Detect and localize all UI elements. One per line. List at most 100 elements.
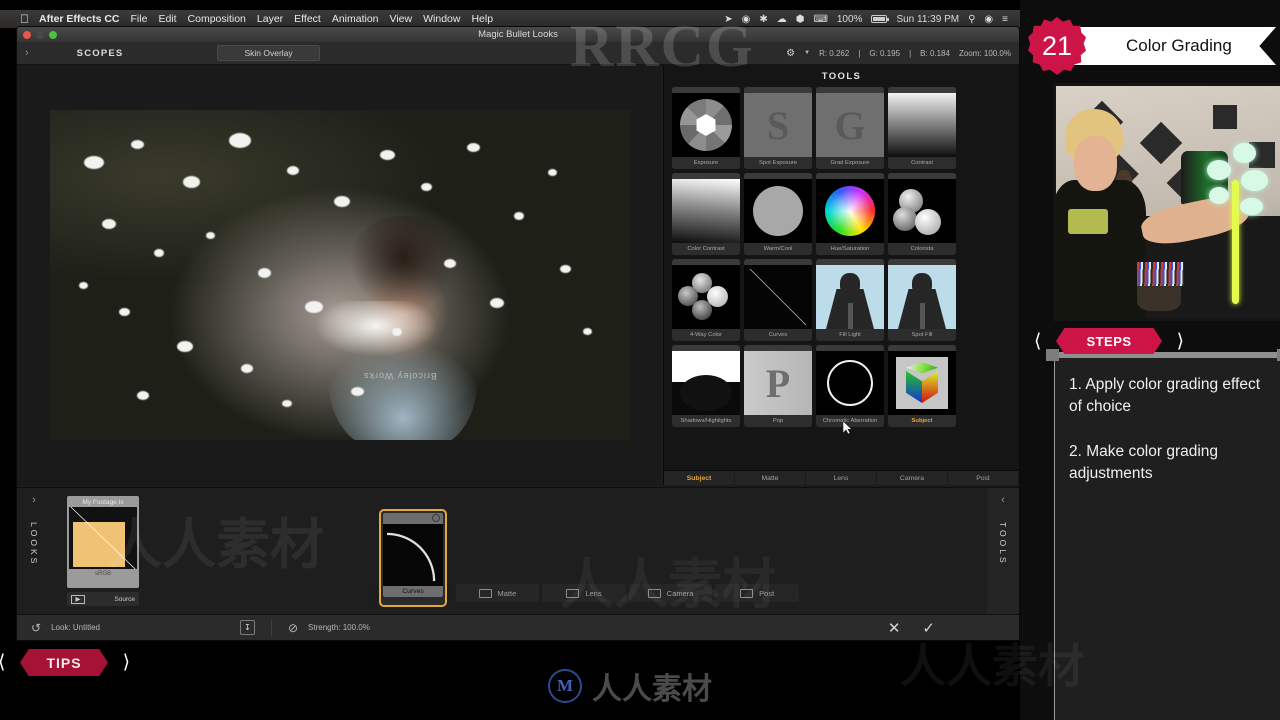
menu-item-view[interactable]: View: [390, 13, 413, 25]
wifi-icon[interactable]: ⌨: [813, 14, 827, 25]
tool-colorista[interactable]: Colorista: [888, 173, 956, 255]
cancel-button[interactable]: ✕: [888, 619, 901, 637]
tools-rail[interactable]: ‹ TOOLS: [987, 488, 1019, 614]
menu-item-help[interactable]: Help: [471, 13, 493, 25]
tool-label: Spot Fill: [888, 329, 956, 341]
menu-item-window[interactable]: Window: [423, 13, 460, 25]
tool-contrast[interactable]: Contrast: [888, 87, 956, 169]
expand-looks-chevron-icon[interactable]: ›: [32, 494, 36, 506]
looks-tab-post[interactable]: Post: [715, 584, 799, 602]
tool-label: Warm/Cool: [744, 243, 812, 255]
menu-item-after-effects[interactable]: After Effects CC: [39, 13, 120, 25]
video-preview-area[interactable]: Bricoley Works: [17, 65, 662, 485]
tool-grad-exposure[interactable]: G Grad Exposure: [816, 87, 884, 169]
collapse-tools-chevron-icon[interactable]: ‹: [1001, 494, 1005, 506]
window-titlebar[interactable]: Magic Bullet Looks: [17, 27, 1019, 42]
notifications-icon[interactable]: ≡: [1002, 14, 1008, 25]
looks-tab-lens[interactable]: Lens: [542, 584, 626, 602]
chevron-down-icon[interactable]: ▼: [804, 50, 810, 56]
disable-icon[interactable]: [432, 514, 440, 522]
tool-hue-saturation[interactable]: Hue/Saturation: [816, 173, 884, 255]
film-icon: ▶: [71, 594, 85, 604]
tools-tab-camera[interactable]: Camera: [877, 471, 948, 485]
save-icon[interactable]: ↧: [239, 620, 255, 635]
user-icon[interactable]: ◉: [984, 14, 993, 25]
brightness-icon[interactable]: ✱: [759, 14, 767, 25]
skin-overlay-button[interactable]: Skin Overlay: [217, 45, 320, 61]
tool-exposure[interactable]: Exposure: [672, 87, 740, 169]
confirm-button[interactable]: ✓: [922, 619, 935, 637]
readout-b: B: 0.184: [920, 48, 950, 58]
disable-icon[interactable]: ⊘: [288, 621, 298, 635]
status-actions: ✕ ✓: [888, 619, 1005, 637]
tools-tab-subject[interactable]: Subject: [664, 471, 735, 485]
tool-curves[interactable]: Curves: [744, 259, 812, 341]
tool-chromatic-aberration[interactable]: Chromatic Aberration: [816, 345, 884, 427]
tools-panel-header: TOOLS: [821, 71, 862, 82]
steps-board: 1. Apply color grading effect of choice …: [1046, 349, 1280, 720]
diagonal-line-icon: [744, 265, 812, 329]
reset-icon[interactable]: ↺: [31, 621, 41, 635]
expand-scopes-chevron-icon[interactable]: ›: [25, 47, 29, 59]
bluetooth-icon[interactable]: ⬢: [796, 14, 805, 25]
menu-item-file[interactable]: File: [131, 13, 148, 25]
tool-spot-exposure[interactable]: S Spot Exposure: [744, 87, 812, 169]
tool-label: Color Contrast: [672, 243, 740, 255]
search-icon[interactable]: ⚲: [968, 14, 975, 25]
tool-subject[interactable]: Subject: [888, 345, 956, 427]
dropbox-icon[interactable]: ☁: [777, 14, 787, 25]
step-2: 2. Make color grading adjustments: [1069, 442, 1219, 483]
lesson-number-badge: 21: [1028, 17, 1086, 75]
looks-rail[interactable]: › LOOKS: [17, 488, 51, 614]
tools-tab-post[interactable]: Post: [948, 471, 1019, 485]
record-icon[interactable]: ◉: [742, 14, 751, 25]
tool-spot-fill[interactable]: Spot Fill: [888, 259, 956, 341]
looks-tab-label: Lens: [585, 588, 602, 598]
lesson-title: Color Grading: [1126, 36, 1232, 55]
tool-label: Spot Exposure: [744, 157, 812, 169]
curves-card-graph: [383, 524, 443, 586]
magic-bullet-looks-window: Magic Bullet Looks › SCOPES Skin Overlay…: [16, 26, 1020, 641]
looks-tab-matte[interactable]: Matte: [455, 584, 540, 602]
post-icon: [740, 588, 754, 598]
gear-icon[interactable]: ⚙: [786, 48, 795, 59]
chevron-left-icon: ⟨: [1034, 331, 1042, 352]
source-look-card[interactable]: My Footage Is sRGB: [67, 496, 139, 588]
tools-panel: TOOLS Exposure S Spot Exposure G Grad Ex…: [663, 65, 1019, 485]
menu-item-edit[interactable]: Edit: [158, 13, 176, 25]
scopes-label: SCOPES: [76, 47, 124, 59]
source-row[interactable]: ▶ Source: [67, 592, 139, 606]
menu-item-animation[interactable]: Animation: [332, 13, 379, 25]
preview-image: Bricoley Works: [49, 110, 630, 440]
tool-color-contrast[interactable]: Color Contrast: [672, 173, 740, 255]
tool-warm-cool[interactable]: Warm/Cool: [744, 173, 812, 255]
menu-item-composition[interactable]: Composition: [188, 13, 246, 25]
timeline-curves-card[interactable]: Curves: [379, 509, 447, 607]
brand-logo-icon: M: [548, 669, 582, 703]
rgb-cube-icon: [888, 351, 956, 415]
clock-label[interactable]: Sun 11:39 PM: [896, 14, 959, 25]
tool-label: Hue/Saturation: [816, 243, 884, 255]
steps-header-badge: ⟨ STEPS ⟩: [1034, 328, 1184, 354]
color-wheel-icon: [816, 179, 884, 243]
tool-fill-light[interactable]: Fill Light: [816, 259, 884, 341]
menu-item-layer[interactable]: Layer: [257, 13, 283, 25]
tools-tab-matte[interactable]: Matte: [735, 471, 806, 485]
strength-label: Strength: 100.0%: [308, 623, 370, 632]
source-card-title: My Footage Is: [82, 499, 124, 506]
tools-tab-lens[interactable]: Lens: [806, 471, 877, 485]
apple-logo-icon[interactable]: : [20, 12, 29, 26]
instructor-video-frame[interactable]: [1053, 83, 1280, 321]
menu-item-effect[interactable]: Effect: [294, 13, 321, 25]
gradient-angle-icon: [672, 179, 740, 243]
tool-4-way-color[interactable]: 4-Way Color: [672, 259, 740, 341]
looks-tab-camera[interactable]: Camera: [628, 584, 713, 602]
suit-figure-icon: [888, 265, 956, 329]
source-card-colorspace: sRGB: [94, 571, 111, 577]
tool-shadows-highlights[interactable]: Shadows/Highlights: [672, 345, 740, 427]
location-icon[interactable]: ➤: [724, 14, 732, 25]
menubar-status-icons: ➤ ◉ ✱ ☁ ⬢ ⌨ 100% Sun 11:39 PM ⚲ ◉ ≡: [724, 14, 1014, 25]
tool-pop[interactable]: P Pop: [744, 345, 812, 427]
lens-icon: [566, 588, 580, 598]
scopes-readout: ⚙ ▼ R: 0.262 | G: 0.195 | B: 0.184 Zoom:…: [786, 48, 1011, 59]
